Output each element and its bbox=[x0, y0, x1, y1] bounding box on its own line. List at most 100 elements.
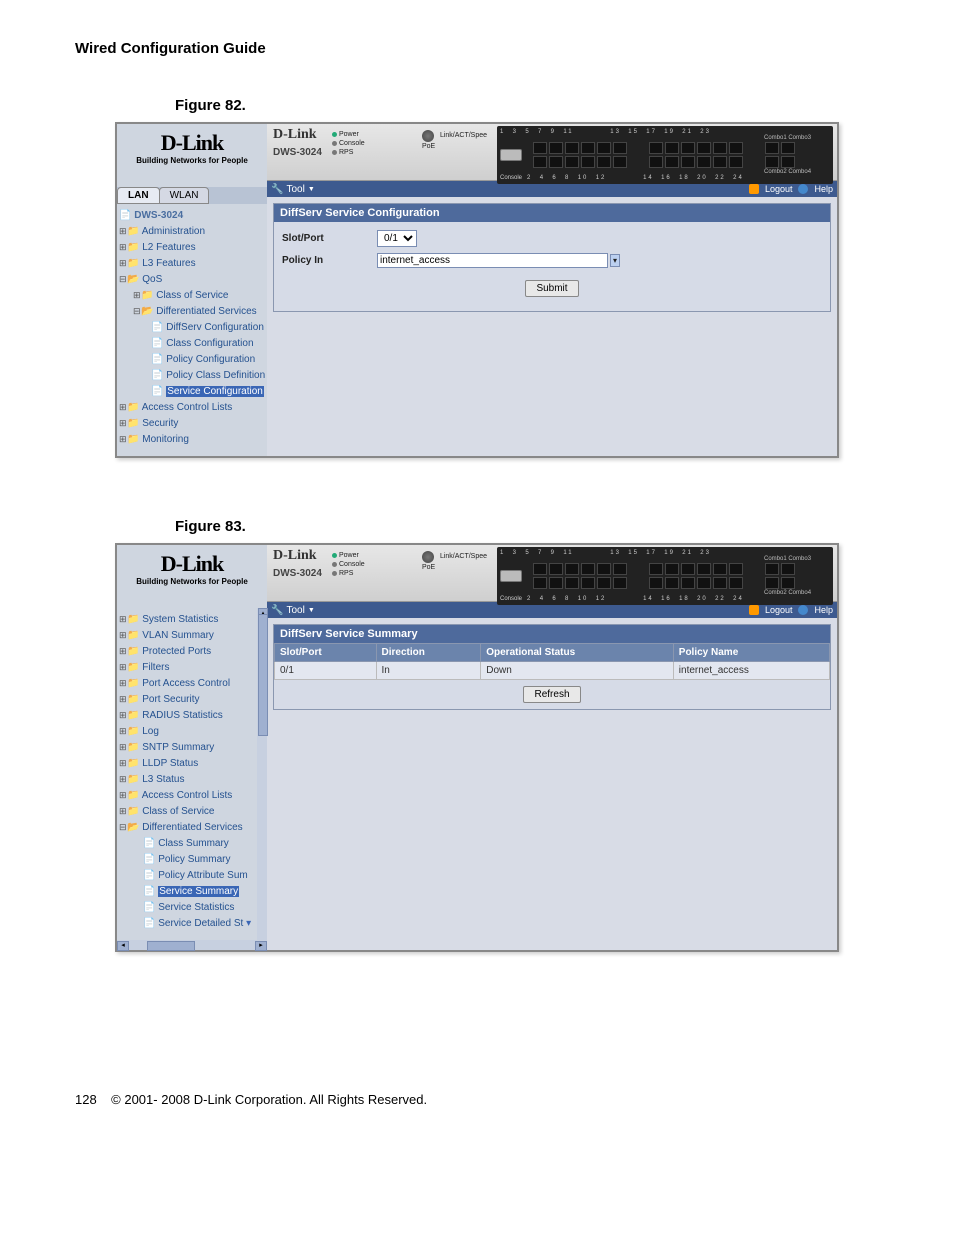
col-policy-name: Policy Name bbox=[673, 644, 829, 662]
logo-panel: D-Link Building Networks for People bbox=[117, 124, 267, 187]
tree-l2-features[interactable]: ⊞📁 L2 Features bbox=[119, 240, 265, 256]
tab-lan[interactable]: LAN bbox=[117, 187, 160, 204]
help-button[interactable]: Help bbox=[814, 605, 833, 615]
device-brand: D-Link bbox=[273, 127, 317, 142]
logout-icon bbox=[749, 184, 759, 194]
slot-port-label: Slot/Port bbox=[282, 233, 377, 244]
fan-icon bbox=[422, 130, 434, 142]
tree-policy-config[interactable]: 📄 Policy Configuration bbox=[119, 352, 265, 368]
tree-service-summary[interactable]: 📄 Service Summary bbox=[119, 884, 255, 900]
vertical-scrollbar[interactable]: ▴ bbox=[257, 608, 267, 940]
cell-slot-port: 0/1 bbox=[275, 662, 377, 680]
tree-class-summary[interactable]: 📄 Class Summary bbox=[119, 836, 255, 852]
chevron-down-icon: ▾ bbox=[246, 918, 251, 929]
col-slot-port: Slot/Port bbox=[275, 644, 377, 662]
tree-log[interactable]: ⊞📁 Log bbox=[119, 724, 255, 740]
logout-icon bbox=[749, 605, 759, 615]
figure-82-screenshot: D-Link Building Networks for People LAN … bbox=[115, 122, 839, 458]
submit-button[interactable]: Submit bbox=[525, 280, 578, 297]
tree-policy-summary[interactable]: 📄 Policy Summary bbox=[119, 852, 255, 868]
tree-security[interactable]: ⊞📁 Security bbox=[119, 416, 265, 432]
tree-diffserv-config[interactable]: 📄 DiffServ Configuration bbox=[119, 320, 265, 336]
tab-wlan[interactable]: WLAN bbox=[159, 187, 210, 204]
tree-diffserv[interactable]: ⊟📂 Differentiated Services bbox=[119, 820, 255, 836]
panel-title: DiffServ Service Configuration bbox=[274, 204, 830, 222]
wrench-icon: 🔧 bbox=[271, 605, 283, 616]
page-number: 128 bbox=[75, 1092, 97, 1107]
tree-l3-status[interactable]: ⊞📁 L3 Status bbox=[119, 772, 255, 788]
tree-root[interactable]: 📄 DWS-3024 bbox=[119, 208, 265, 224]
tool-menu[interactable]: Tool bbox=[286, 184, 304, 195]
tree-service-detailed[interactable]: 📄 Service Detailed St ▾ bbox=[119, 916, 255, 932]
device-header: D-Link DWS-3024 Power Console RPS Link/A… bbox=[267, 124, 837, 181]
tree-l3-features[interactable]: ⊞📁 L3 Features bbox=[119, 256, 265, 272]
summary-panel: DiffServ Service Summary Slot/Port Direc… bbox=[273, 624, 831, 710]
figure-83-label: Figure 83. bbox=[175, 518, 879, 535]
panel-title: DiffServ Service Summary bbox=[274, 625, 830, 643]
tree-system-statistics[interactable]: ⊞📁 System Statistics bbox=[119, 612, 255, 628]
device-header: D-Link DWS-3024 Power Console RPS Link/A… bbox=[267, 545, 837, 602]
cell-direction: In bbox=[376, 662, 481, 680]
figure-82-label: Figure 82. bbox=[175, 97, 879, 114]
tree-class-of-service[interactable]: ⊞📁 Class of Service bbox=[119, 804, 255, 820]
help-button[interactable]: Help bbox=[814, 184, 833, 194]
doc-header-title: Wired Configuration Guide bbox=[75, 40, 879, 57]
slot-port-select[interactable]: 0/1 bbox=[377, 230, 417, 247]
device-brand: D-Link bbox=[273, 548, 317, 563]
nav-tree: 📄 DWS-3024 ⊞📁 Administration ⊞📁 L2 Featu… bbox=[117, 204, 267, 456]
chevron-down-icon: ▼ bbox=[308, 186, 315, 193]
policy-in-input[interactable] bbox=[377, 253, 608, 268]
tree-monitoring[interactable]: ⊞📁 Monitoring bbox=[119, 432, 265, 448]
wrench-icon: 🔧 bbox=[271, 184, 283, 195]
tree-protected-ports[interactable]: ⊞📁 Protected Ports bbox=[119, 644, 255, 660]
tree-policy-attribute-summary[interactable]: 📄 Policy Attribute Sum bbox=[119, 868, 255, 884]
tree-diffserv[interactable]: ⊟📂 Differentiated Services bbox=[119, 304, 265, 320]
tree-class-config[interactable]: 📄 Class Configuration bbox=[119, 336, 265, 352]
tree-class-of-service[interactable]: ⊞📁 Class of Service bbox=[119, 288, 265, 304]
tree-qos[interactable]: ⊟📂 QoS bbox=[119, 272, 265, 288]
logo-tagline: Building Networks for People bbox=[121, 577, 263, 586]
tree-lldp-status[interactable]: ⊞📁 LLDP Status bbox=[119, 756, 255, 772]
tree-service-config[interactable]: 📄 Service Configuration bbox=[119, 384, 265, 400]
logout-button[interactable]: Logout bbox=[765, 605, 793, 615]
col-operational-status: Operational Status bbox=[481, 644, 674, 662]
tree-radius-statistics[interactable]: ⊞📁 RADIUS Statistics bbox=[119, 708, 255, 724]
help-icon bbox=[798, 184, 808, 194]
dropdown-arrow-icon[interactable]: ▾ bbox=[610, 254, 620, 267]
tree-sntp-summary[interactable]: ⊞📁 SNTP Summary bbox=[119, 740, 255, 756]
console-port-icon bbox=[500, 570, 522, 582]
console-port-icon bbox=[500, 149, 522, 161]
figure-83-screenshot: D-Link Building Networks for People ⊞📁 S… bbox=[115, 543, 839, 952]
logo-text: D-Link bbox=[121, 551, 263, 577]
copyright: © 2001- 2008 D-Link Corporation. All Rig… bbox=[111, 1092, 427, 1107]
policy-in-label: Policy In bbox=[282, 255, 377, 266]
cell-status: Down bbox=[481, 662, 674, 680]
tool-menu[interactable]: Tool bbox=[286, 605, 304, 616]
tree-vlan-summary[interactable]: ⊞📁 VLAN Summary bbox=[119, 628, 255, 644]
logout-button[interactable]: Logout bbox=[765, 184, 793, 194]
tree-port-security[interactable]: ⊞📁 Port Security bbox=[119, 692, 255, 708]
nav-tree: ⊞📁 System Statistics ⊞📁 VLAN Summary ⊞📁 … bbox=[117, 608, 257, 940]
tree-port-access-control[interactable]: ⊞📁 Port Access Control bbox=[119, 676, 255, 692]
table-row: 0/1 In Down internet_access bbox=[275, 662, 830, 680]
status-leds: Power Console RPS bbox=[332, 551, 365, 578]
tree-policy-class-def[interactable]: 📄 Policy Class Definition bbox=[119, 368, 265, 384]
chevron-down-icon: ▼ bbox=[308, 607, 315, 614]
port-diagram: 1 3 5 7 9 11 13 15 17 19 21 23 Combo1 Co… bbox=[497, 126, 833, 170]
mode-leds: Link/ACT/Spee PoE bbox=[422, 130, 487, 151]
status-leds: Power Console RPS bbox=[332, 130, 365, 157]
tree-acl[interactable]: ⊞📁 Access Control Lists bbox=[119, 400, 265, 416]
summary-table: Slot/Port Direction Operational Status P… bbox=[274, 643, 830, 680]
horizontal-scrollbar[interactable]: ◂▸ bbox=[117, 940, 267, 950]
mode-leds: Link/ACT/Spee PoE bbox=[422, 551, 487, 572]
col-direction: Direction bbox=[376, 644, 481, 662]
refresh-button[interactable]: Refresh bbox=[523, 686, 580, 703]
port-diagram: 1 3 5 7 9 11 13 15 17 19 21 23 Combo1 Co… bbox=[497, 547, 833, 591]
tree-service-statistics[interactable]: 📄 Service Statistics bbox=[119, 900, 255, 916]
tree-acl[interactable]: ⊞📁 Access Control Lists bbox=[119, 788, 255, 804]
tree-administration[interactable]: ⊞📁 Administration bbox=[119, 224, 265, 240]
config-panel: DiffServ Service Configuration Slot/Port… bbox=[273, 203, 831, 312]
help-icon bbox=[798, 605, 808, 615]
tree-filters[interactable]: ⊞📁 Filters bbox=[119, 660, 255, 676]
cell-policy: internet_access bbox=[673, 662, 829, 680]
